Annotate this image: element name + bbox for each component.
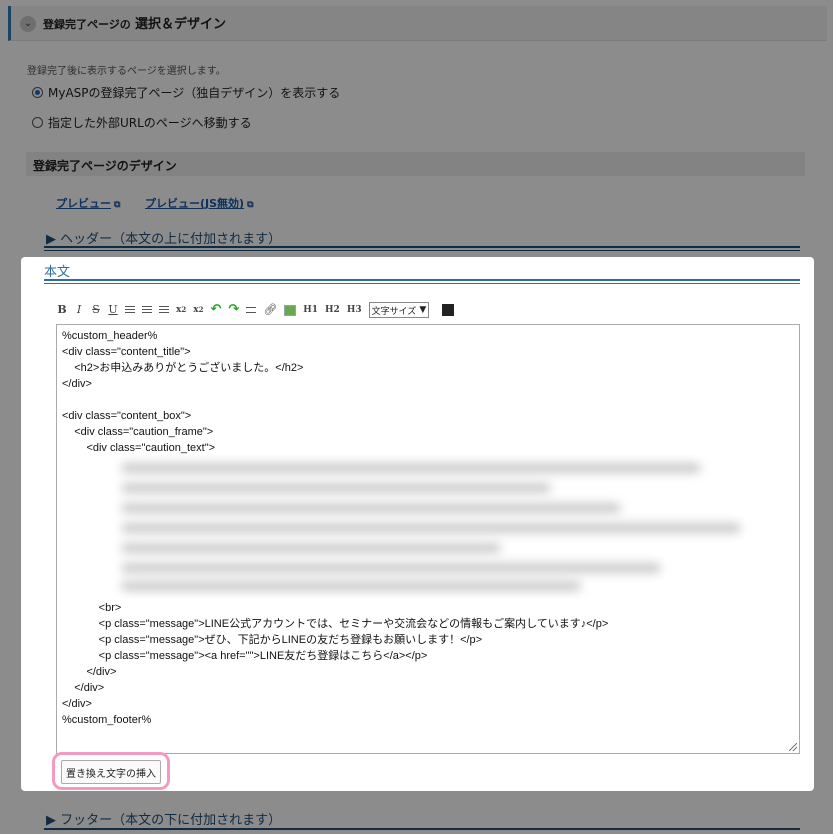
source-code-tail: <br> <p class="message">LINE公式アカウントでは、セミ… [62,600,608,728]
code-line: </div> [62,666,117,678]
horizontal-rule-icon [246,307,257,313]
align-center-button[interactable] [142,305,152,315]
undo-icon[interactable]: ↶ [211,303,222,317]
code-line: <div class="caution_frame"> [62,426,214,438]
insert-placeholder-button[interactable]: 置き換え文字の挿入 [61,760,161,784]
blurred-line [121,463,701,473]
body-tab[interactable]: 本文 [44,261,70,280]
image-button[interactable] [284,304,297,316]
code-line: <p class="message"><a href="">LINE友だち登録は… [62,650,428,662]
strikethrough-button[interactable]: S [91,303,101,317]
font-size-select[interactable]: 文字サイズ ▼ [368,302,430,318]
blurred-line [121,543,501,553]
body-editor-panel: 本文 B I S U x2 x2 ↶ ↷ 🔗︎ H1 H2 H3 文字サイズ ▼ [21,257,814,791]
italic-button[interactable]: I [74,303,84,317]
code-line: <p class="message">ぜひ、下記からLINEの友だち登録もお願い… [62,634,483,646]
resize-handle-icon[interactable] [789,743,797,751]
code-line: <div class="caution_text"> [62,442,216,454]
editor-toolbar: B I S U x2 x2 ↶ ↷ 🔗︎ H1 H2 H3 文字サイズ ▼ [57,300,455,320]
body-tab-divider [44,279,800,284]
source-code: %custom_header% <div class="content_titl… [62,328,303,456]
code-line: <div class="content_box"> [62,410,192,422]
code-line: %custom_header% [62,330,158,342]
code-line: <h2>お申込みありがとうございました。</h2> [62,362,304,374]
align-center-icon [142,305,152,315]
redo-icon[interactable]: ↷ [228,303,239,317]
page: ⌄ 登録完了ページの 選択＆デザイン 登録完了後に表示するページを選択します。 … [0,0,833,834]
blurred-line [121,483,551,493]
bold-button[interactable]: B [57,303,67,317]
blurred-line [121,503,621,513]
horizontal-rule-button[interactable] [246,307,257,313]
align-right-button[interactable] [159,305,169,315]
subscript-2: 2 [181,305,187,314]
align-left-button[interactable] [125,305,135,315]
code-line: <div class="content_title"> [62,346,191,358]
subscript-button[interactable]: x2 [176,303,186,317]
heading-h1-button[interactable]: H1 [303,303,318,317]
chevron-down-icon: ▼ [419,305,427,315]
blurred-line [121,581,581,591]
html-source-textarea[interactable]: %custom_header% <div class="content_titl… [56,324,800,754]
code-line: </div> [62,698,92,710]
blurred-content [61,455,786,599]
blurred-line [121,523,741,533]
text-color-button[interactable] [442,304,455,316]
link-icon[interactable]: 🔗︎ [263,303,277,317]
blurred-line [121,563,661,573]
code-line: %custom_footer% [62,714,152,726]
code-line: </div> [62,682,105,694]
superscript-2: 2 [198,305,204,314]
align-right-icon [159,305,169,315]
underline-button[interactable]: U [108,303,118,317]
code-line: </div> [62,378,92,390]
code-line: <p class="message">LINE公式アカウントでは、セミナーや交流… [62,618,609,630]
code-line: <br> [62,602,122,614]
align-left-icon [125,305,135,315]
superscript-button[interactable]: x2 [193,303,203,317]
heading-h2-button[interactable]: H2 [325,303,340,317]
image-icon [284,304,297,316]
heading-h3-button[interactable]: H3 [347,303,362,317]
font-size-select-value: 文字サイズ [371,306,417,317]
